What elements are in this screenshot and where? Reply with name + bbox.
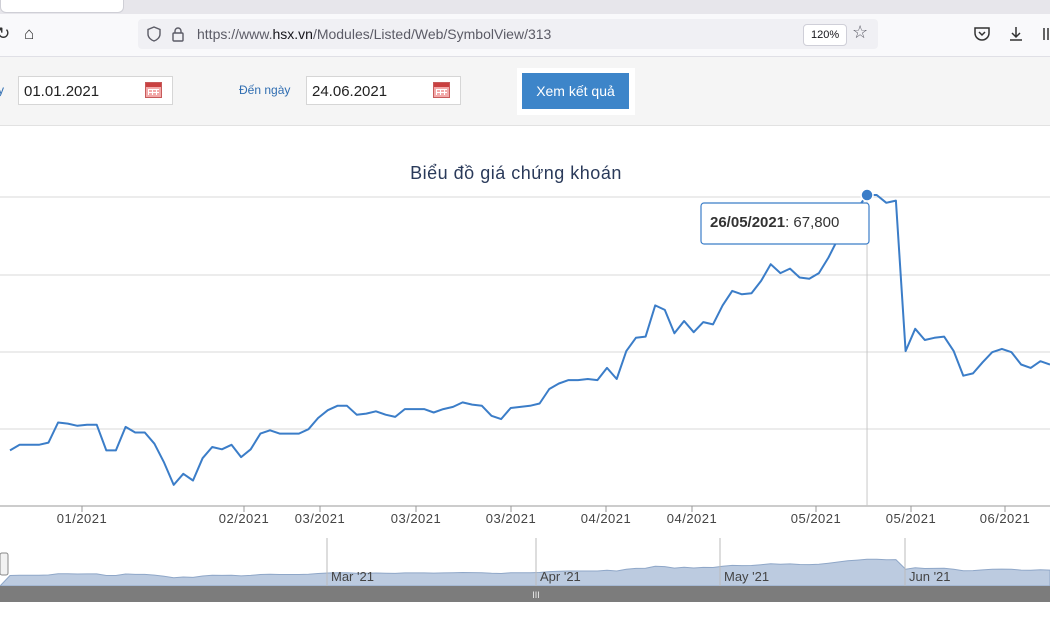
x-tick-label: 03/2021 xyxy=(486,511,537,526)
from-date-label: y xyxy=(0,83,4,97)
x-tick-label: 03/2021 xyxy=(295,511,346,526)
zoom-level-badge[interactable]: 120% xyxy=(803,24,848,46)
shield-icon xyxy=(147,26,161,42)
reload-icon[interactable]: ↻ xyxy=(0,23,10,45)
to-date-label: Đến ngày xyxy=(239,83,291,97)
calendar-icon[interactable] xyxy=(433,82,450,98)
home-icon[interactable]: ⌂ xyxy=(24,23,34,45)
chart-title: Biểu đồ giá chứng khoán xyxy=(410,163,622,183)
price-series-line xyxy=(9,194,1050,486)
navigator-label: Jun '21 xyxy=(909,569,951,584)
x-tick-label: 01/2021 xyxy=(57,511,108,526)
download-icon[interactable] xyxy=(1007,25,1025,43)
active-tab[interactable] xyxy=(0,0,124,13)
date-filter-form: y 01.01.2021 Đến ngày 24.06.2021 Xem kết… xyxy=(0,57,1050,126)
x-tick-label: 04/2021 xyxy=(581,511,632,526)
lock-icon xyxy=(172,27,184,42)
price-chart: Biểu đồ giá chứng khoán 01/2021 02/2021 03… xyxy=(0,163,1050,602)
view-results-button[interactable]: Xem kết quả xyxy=(522,73,629,109)
scrollbar-grip-icon: III xyxy=(532,590,540,600)
navigator-scrollbar[interactable] xyxy=(0,586,1050,602)
tab-strip xyxy=(0,0,1050,14)
calendar-icon[interactable] xyxy=(145,82,162,98)
x-tick-label: 04/2021 xyxy=(667,511,718,526)
navigator-label: Apr '21 xyxy=(540,569,581,584)
to-date-input[interactable]: 24.06.2021 xyxy=(306,76,461,105)
x-tick-label: 05/2021 xyxy=(886,511,937,526)
navigator-label: May '21 xyxy=(724,569,769,584)
range-navigator[interactable]: Mar '21 Apr '21 May '21 Jun '21 III xyxy=(0,536,1050,602)
bookmark-star-icon[interactable]: ☆ xyxy=(852,22,868,43)
hover-point[interactable] xyxy=(860,188,874,202)
pocket-icon[interactable] xyxy=(973,25,991,43)
navigator-label: Mar '21 xyxy=(331,569,374,584)
from-date-input[interactable]: 01.01.2021 xyxy=(18,76,173,105)
x-tick-label: 06/2021 xyxy=(980,511,1031,526)
navigator-handle-left[interactable] xyxy=(0,552,9,576)
x-tick-label: 05/2021 xyxy=(791,511,842,526)
library-icon[interactable] xyxy=(1042,25,1050,43)
tooltip-value: 67,800 xyxy=(793,214,839,231)
browser-toolbar: ↻ ⌂ https://www.hsx.vn/Modules/Listed/We… xyxy=(0,14,1050,57)
price-tooltip: 26/05/2021: 67,800 xyxy=(700,202,870,245)
url-text: https://www.hsx.vn/Modules/Listed/Web/Sy… xyxy=(197,26,552,42)
submit-button-frame: Xem kết quả xyxy=(517,68,635,115)
x-tick-label: 02/2021 xyxy=(219,511,270,526)
address-bar[interactable]: https://www.hsx.vn/Modules/Listed/Web/Sy… xyxy=(138,19,878,49)
tooltip-date: 26/05/2021 xyxy=(710,214,785,231)
x-tick-label: 03/2021 xyxy=(391,511,442,526)
svg-text:26/05/2021: 67,800: 26/05/2021: 67,800 xyxy=(710,214,839,231)
